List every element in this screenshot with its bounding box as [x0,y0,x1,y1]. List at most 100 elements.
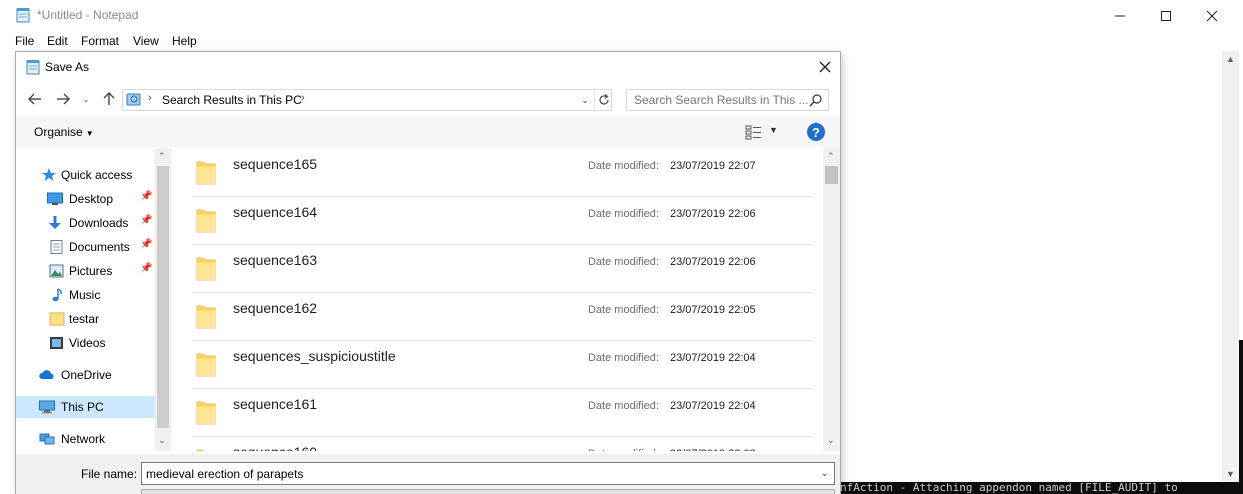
organise-button[interactable]: Organise ▼ [34,125,94,139]
view-dropdown-icon[interactable]: ▼ [769,125,778,135]
address-dropdown-button[interactable]: ⌄ [578,90,592,110]
file-name-label: File name: [81,467,138,481]
nav-item-label: Videos [69,336,106,350]
scrollbar-thumb[interactable] [825,166,838,184]
nav-item-videos[interactable]: Videos [16,332,155,354]
nav-item-onedrive[interactable]: OneDrive [16,364,155,386]
nav-item-music[interactable]: Music [16,284,155,306]
menu-help[interactable]: Help [172,34,197,48]
date-modified-value: 23/07/2019 22:07 [670,160,756,172]
search-input[interactable] [627,90,810,110]
recent-locations-button[interactable]: ⌄ [80,89,92,109]
file-name-input[interactable] [142,463,816,484]
date-modified-value: 23/07/2019 22:05 [670,304,756,316]
nav-item-testar[interactable]: testar [16,308,155,330]
menu-format[interactable]: Format [81,34,119,48]
document-icon [50,240,63,254]
date-modified-label: Date modified: [588,448,659,451]
date-modified-value: 23/07/2019 22:06 [670,208,756,220]
refresh-icon [598,94,609,105]
file-row[interactable]: sequence162 Date modified: 23/07/2019 22:0… [192,292,814,341]
breadcrumb-chevron-icon[interactable]: › [301,92,305,104]
date-modified-label: Date modified: [588,256,659,268]
search-results-icon [126,93,141,106]
pictures-icon [49,264,64,278]
file-row[interactable]: sequence161 Date modified: 23/07/2019 22:0… [192,388,814,437]
navigation-pane: Quick access Desktop 📌 Downloads 📌 Docum… [16,148,171,451]
date-modified-value: 23/07/2019 22:04 [670,352,756,364]
file-list-scrollbar[interactable]: ⌃ ⌄ [823,148,840,451]
notepad-vertical-scrollbar[interactable]: ▲ ▼ [1222,51,1239,482]
folder-icon [196,353,216,377]
refresh-button[interactable] [594,90,612,110]
scroll-down-icon[interactable]: ⌄ [158,435,166,446]
pin-icon: 📌 [140,239,153,250]
nav-item-network[interactable]: Network [16,428,155,450]
search-icon [809,94,822,107]
dialog-title: Save As [45,60,90,74]
file-row[interactable]: sequences_suspicioustitle Date modified: 2… [192,340,814,389]
scrollbar-thumb[interactable] [157,166,169,428]
nav-item-quick-access[interactable]: Quick access [16,164,155,186]
nav-item-label: Downloads [69,216,129,230]
arrow-right-icon [57,93,70,105]
nav-item-this-pc[interactable]: This PC [16,396,155,418]
help-icon: ? [812,124,820,140]
folder-icon [196,305,216,329]
file-name: sequence160 [233,444,317,451]
file-row[interactable]: sequence160 Date modified: 23/07/2019 22:0… [192,436,814,451]
scroll-down-icon[interactable]: ⌄ [827,435,835,446]
save-as-type-select[interactable] [141,489,835,494]
help-button[interactable]: ? [807,123,825,141]
nav-item-label: Quick access [61,168,133,182]
scroll-up-icon[interactable]: ⌃ [827,151,835,162]
arrow-up-icon [103,92,115,105]
nav-item-desktop[interactable]: Desktop 📌 [16,188,155,210]
address-bar[interactable]: › Search Results in This PC › ⌄ [122,89,612,111]
file-name-dropdown-button[interactable]: ⌄ [815,463,834,484]
notepad-menu-bar: File Edit Format View Help [0,31,1243,51]
nav-item-downloads[interactable]: Downloads 📌 [16,212,155,234]
view-options-button[interactable] [745,124,765,140]
nav-item-label: testar [69,312,100,326]
network-icon [39,433,55,445]
close-button[interactable] [1189,0,1235,31]
up-button[interactable] [98,89,120,109]
menu-edit[interactable]: Edit [47,34,68,48]
minimize-button[interactable] [1097,0,1143,31]
back-button[interactable] [24,89,46,109]
file-row[interactable]: sequence165 Date modified: 23/07/2019 22:0… [192,148,814,197]
menu-view[interactable]: View [133,34,159,48]
search-box[interactable] [626,89,829,111]
file-name: sequence164 [233,204,318,220]
menu-file[interactable]: File [15,34,34,48]
star-icon [42,168,56,181]
nav-item-label: Documents [69,240,130,254]
folder-icon [196,209,216,233]
date-modified-label: Date modified: [588,400,659,412]
nav-item-label: OneDrive [61,368,112,382]
arrow-left-icon [28,93,41,105]
nav-item-documents[interactable]: Documents 📌 [16,236,155,258]
dialog-title-bar[interactable]: Save As [16,52,840,82]
scroll-up-icon[interactable]: ▲ [1226,54,1235,64]
pin-icon: 📌 [140,191,153,202]
navigation-pane-scrollbar[interactable]: ⌃ ⌄ [155,148,171,451]
file-row[interactable]: sequence163 Date modified: 23/07/2019 22:0… [192,244,814,293]
scroll-up-icon[interactable]: ⌃ [158,151,166,162]
date-modified-value: 23/07/2019 22:04 [670,400,756,412]
cloud-icon [39,370,54,379]
file-name-combobox[interactable]: ⌄ [141,462,835,485]
computer-icon [39,400,55,414]
breadcrumb-search-results[interactable]: Search Results in This PC [162,93,302,107]
maximize-button[interactable] [1143,0,1189,31]
notepad-title-bar[interactable]: *Untitled - Notepad [0,0,1243,31]
date-modified-label: Date modified: [588,352,659,364]
dialog-close-button[interactable] [812,54,838,80]
date-modified-label: Date modified: [588,160,659,172]
breadcrumb-chevron-icon[interactable]: › [148,92,152,104]
scroll-down-icon[interactable]: ▼ [1226,469,1235,479]
nav-item-pictures[interactable]: Pictures 📌 [16,260,155,282]
forward-button[interactable] [52,89,74,109]
file-row[interactable]: sequence164 Date modified: 23/07/2019 22:0… [192,196,814,245]
